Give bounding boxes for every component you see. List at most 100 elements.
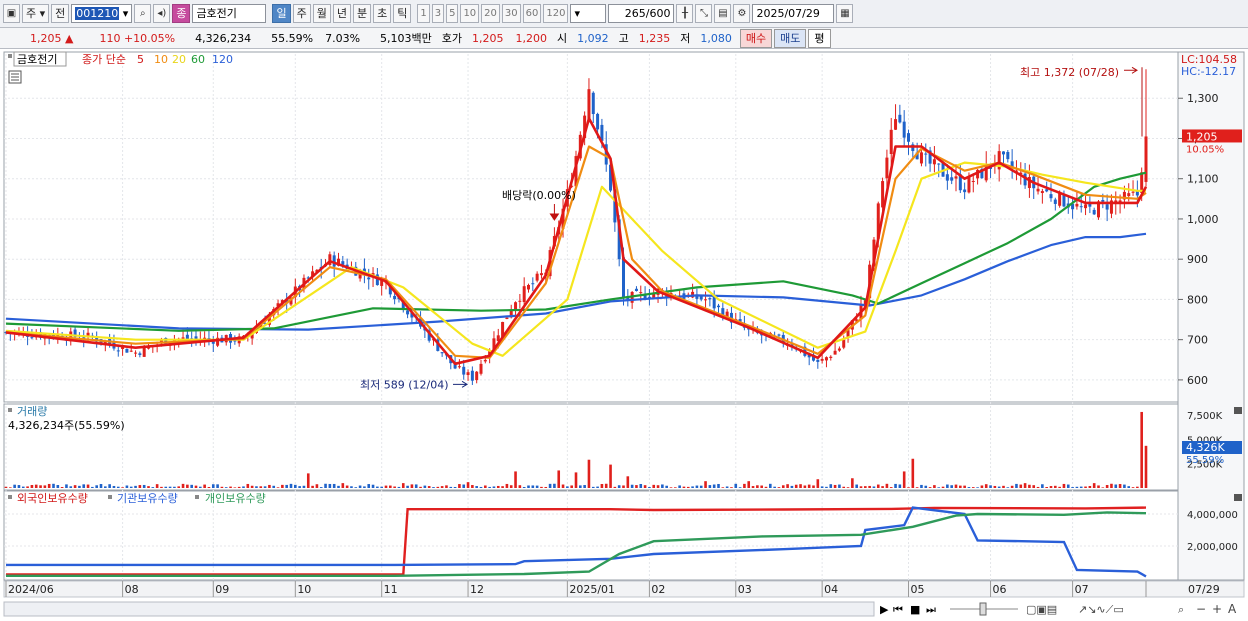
count-input[interactable]: 265/600 (608, 4, 675, 23)
minute-tab-4[interactable]: 20 (481, 4, 500, 23)
volume-bar-96 (419, 486, 422, 488)
volume-bar-182 (790, 485, 794, 488)
zoom-in-icon[interactable]: + (1212, 602, 1222, 616)
zoom-search-icon[interactable]: ⌕ (1178, 603, 1184, 616)
minute-tab-1[interactable]: 3 (431, 4, 445, 23)
candle-body-119 (518, 300, 522, 302)
volume-bar-237 (1028, 484, 1031, 488)
volume-bar-208 (902, 471, 906, 488)
volume-bar-192 (833, 484, 837, 488)
volume-bar-199 (864, 486, 867, 488)
period-tab-2[interactable]: 월 (312, 4, 331, 23)
speaker-icon[interactable]: ◂) (153, 4, 171, 23)
zoom-out-icon[interactable]: − (1196, 602, 1206, 616)
candle-body-224 (971, 180, 975, 182)
period-tab-5[interactable]: 초 (373, 4, 392, 23)
candle-body-30 (134, 352, 138, 354)
quote-volume: 4,326,234 (195, 31, 252, 45)
layout-icon[interactable]: ▣ (3, 4, 20, 23)
period-tab-4[interactable]: 분 (352, 4, 372, 23)
minute-custom-input[interactable]: ▾ (570, 4, 607, 23)
stop-icon[interactable]: ■ (910, 603, 920, 616)
volume-current-label: 4,326K (1186, 441, 1225, 454)
volume-bar-19 (86, 484, 90, 488)
candle-body-239 (1036, 188, 1040, 192)
legend-sep-1 (108, 495, 112, 499)
stock-name-field[interactable]: 금호전기 (192, 4, 267, 23)
zoom-slider-handle[interactable] (979, 602, 987, 616)
buy-button[interactable]: 매수 (739, 28, 773, 48)
drawing-tools-icon[interactable]: ↗↘∿⟋▭ (1078, 603, 1124, 616)
candle-body-120 (522, 286, 526, 303)
candle-icon[interactable]: ╂ (676, 4, 694, 23)
date-input[interactable]: 2025/07/29 (752, 4, 835, 23)
gear-icon[interactable]: ⚙ (733, 4, 751, 23)
volume-bar-206 (894, 483, 897, 488)
volume-bar-31 (138, 485, 142, 488)
holding-panel-close-icon[interactable] (1234, 494, 1242, 501)
period-tab-1[interactable]: 주 (292, 4, 311, 23)
search-icon[interactable]: ⌕ (134, 4, 152, 23)
volume-bar-59 (259, 486, 263, 488)
calendar-icon[interactable]: ▦ (836, 4, 854, 23)
scroll-last-icon[interactable]: ⏭ (926, 603, 936, 616)
period-tab-6[interactable]: 틱 (393, 4, 412, 23)
candle-body-29 (129, 350, 133, 352)
mode-select[interactable]: 주 ▾ (22, 4, 50, 23)
volume-bar-231 (1002, 485, 1005, 488)
minute-tab-7[interactable]: 120 (543, 4, 569, 23)
scroll-right-icon[interactable]: ▶ (880, 603, 889, 616)
volume-bar-23 (104, 486, 107, 488)
minute-tab-2[interactable]: 5 (446, 4, 459, 23)
stock-chart[interactable]: 6007008009001,0001,1001,2001,3007,500K5,… (0, 50, 1248, 621)
sell-button[interactable]: 매도 (774, 28, 807, 48)
volume-bar-156 (678, 485, 681, 488)
volume-bar-8 (39, 485, 42, 488)
volume-bar-252 (1092, 483, 1096, 488)
price-panel (3, 51, 1179, 403)
volume-bar-133 (579, 485, 582, 488)
volume-bar-224 (971, 487, 975, 488)
volume-bar-74 (324, 483, 327, 488)
candle-body-194 (842, 339, 846, 348)
volume-bar-148 (643, 485, 647, 488)
layout-tools-icon[interactable]: ▢▣▤ (1026, 603, 1057, 616)
candle-body-219 (950, 177, 954, 181)
code-input[interactable]: 001210 ▾ (71, 4, 133, 23)
minute-tab-6[interactable]: 60 (522, 4, 542, 23)
candle-body-6 (30, 337, 34, 339)
candle-body-260 (1127, 193, 1131, 197)
horizontal-scrollbar[interactable] (3, 601, 875, 617)
period-tab-3[interactable]: 년 (332, 4, 351, 23)
minute-tab-5[interactable]: 30 (501, 4, 521, 23)
scroll-first-icon[interactable]: ⏮ (893, 603, 903, 616)
stock-badge: 종 (172, 4, 191, 23)
volume-bar-218 (946, 484, 949, 488)
volume-bar-79 (345, 485, 349, 488)
volume-bar-189 (820, 486, 824, 488)
volume-bar-249 (1079, 486, 1083, 488)
candle-body-252 (1092, 209, 1096, 215)
ma5-period: 5 (137, 53, 144, 66)
period-tab-0[interactable]: 일 (272, 4, 291, 23)
prev-button[interactable]: 전 (51, 4, 70, 23)
candle-body-146 (634, 288, 638, 291)
volume-bar-112 (488, 486, 491, 488)
legend-sep-2 (195, 495, 199, 499)
current-rate-label: 10.05% (1186, 144, 1224, 155)
ma120-period: 120 (212, 53, 233, 66)
candle-body-204 (885, 157, 889, 179)
save-icon[interactable]: ▤ (714, 4, 732, 23)
volume-bar-257 (1114, 484, 1118, 488)
volume-panel-close-icon[interactable] (1234, 407, 1242, 414)
volume-bar-126 (548, 483, 552, 488)
price-ytick-label-3: 900 (1187, 253, 1208, 266)
draw-tool-icon[interactable]: ⤡ (695, 4, 713, 23)
volume-bar-177 (769, 483, 772, 488)
eval-button[interactable]: 평 (808, 28, 831, 48)
minute-tab-3[interactable]: 10 (460, 4, 480, 23)
text-tool-icon[interactable]: A (1228, 602, 1237, 616)
minute-tab-0[interactable]: 1 (417, 4, 430, 23)
volume-bar-200 (868, 485, 871, 488)
candle-body-218 (945, 174, 949, 181)
